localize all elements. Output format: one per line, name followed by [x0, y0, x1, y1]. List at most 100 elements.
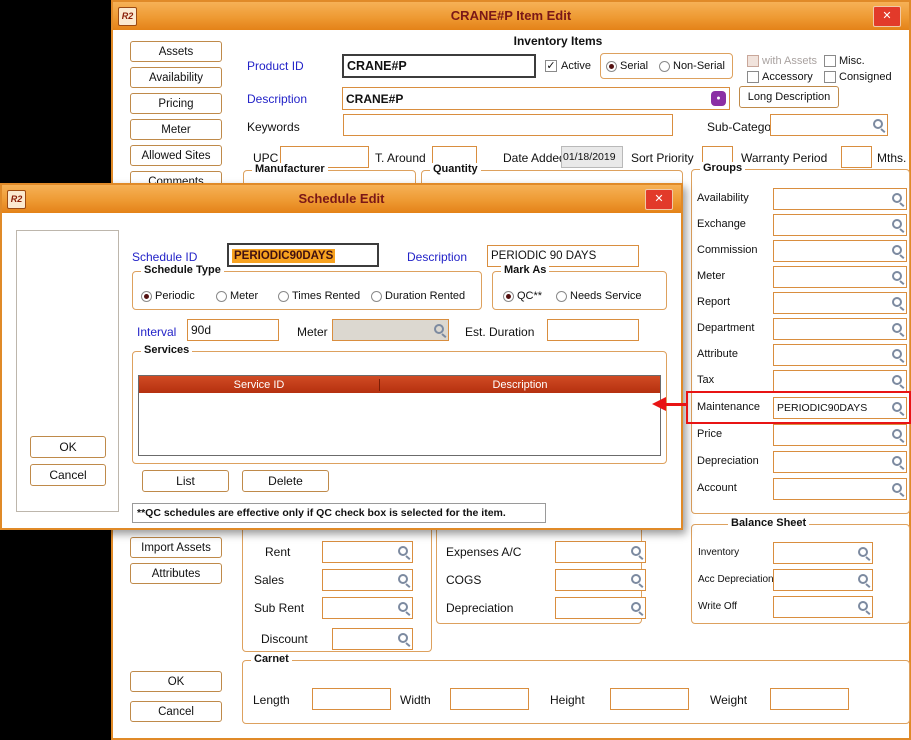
non-serial-radio[interactable] [659, 61, 670, 72]
sub-category-field[interactable] [770, 114, 888, 136]
inventory-field[interactable] [773, 542, 873, 564]
needs-service-radio[interactable] [556, 291, 567, 302]
cogs-field[interactable] [555, 569, 646, 591]
cancel-button[interactable]: Cancel [130, 701, 222, 722]
magnifier-icon[interactable] [630, 573, 644, 587]
close-icon[interactable]: ✕ [873, 6, 901, 27]
periodic-radio[interactable] [141, 291, 152, 302]
group-field-price[interactable] [773, 424, 907, 446]
magnifier-icon[interactable] [891, 218, 905, 232]
group-field-account[interactable] [773, 478, 907, 500]
long-description-button[interactable]: Long Description [739, 86, 839, 108]
dialog-cancel-button[interactable]: Cancel [30, 464, 106, 486]
expenses-ac-field[interactable] [555, 541, 646, 563]
non-serial-label[interactable]: Non-Serial [673, 60, 725, 72]
description-input[interactable] [342, 87, 730, 110]
group-field-availability[interactable] [773, 188, 907, 210]
times-rented-radio[interactable] [278, 291, 289, 302]
description-badge-icon[interactable]: ● [711, 91, 726, 106]
group-field-depreciation[interactable] [773, 451, 907, 473]
interval-input[interactable] [187, 319, 279, 341]
group-field-department[interactable] [773, 318, 907, 340]
group-field-attribute[interactable] [773, 344, 907, 366]
magnifier-icon[interactable] [857, 573, 871, 587]
group-field-commission[interactable] [773, 240, 907, 262]
active-checkbox[interactable]: ✓ [545, 60, 557, 72]
magnifier-icon[interactable] [891, 428, 905, 442]
meter-option-label[interactable]: Meter [230, 290, 258, 302]
height-input[interactable] [610, 688, 689, 710]
dialog-ok-button[interactable]: OK [30, 436, 106, 458]
meter-button[interactable]: Meter [130, 119, 222, 140]
length-input[interactable] [312, 688, 391, 710]
assets-button[interactable]: Assets [130, 41, 222, 62]
periodic-label[interactable]: Periodic [155, 290, 195, 302]
magnifier-icon[interactable] [891, 322, 905, 336]
group-field-meter[interactable] [773, 266, 907, 288]
duration-rented-label[interactable]: Duration Rented [385, 290, 465, 302]
meter-radio[interactable] [216, 291, 227, 302]
magnifier-icon[interactable] [891, 348, 905, 362]
services-table-body[interactable] [139, 393, 660, 455]
magnifier-icon[interactable] [891, 192, 905, 206]
accessory-checkbox[interactable] [747, 71, 759, 83]
magnifier-icon[interactable] [891, 401, 905, 415]
keywords-input[interactable] [343, 114, 673, 136]
magnifier-icon[interactable] [397, 601, 411, 615]
magnifier-icon[interactable] [630, 601, 644, 615]
misc-label[interactable]: Misc. [839, 55, 865, 67]
depreciation-ac-field[interactable] [555, 597, 646, 619]
schedule-id-input[interactable]: PERIODIC90DAYS [227, 243, 379, 267]
magnifier-icon[interactable] [872, 118, 886, 132]
sub-rent-field[interactable] [322, 597, 413, 619]
magnifier-icon[interactable] [891, 455, 905, 469]
needs-service-label[interactable]: Needs Service [570, 290, 642, 302]
misc-checkbox[interactable] [824, 55, 836, 67]
serial-label[interactable]: Serial [620, 60, 648, 72]
warranty-period-input[interactable] [841, 146, 872, 168]
close-icon[interactable]: ✕ [645, 189, 673, 210]
duration-rented-radio[interactable] [371, 291, 382, 302]
product-id-input[interactable] [342, 54, 536, 78]
with-assets-checkbox[interactable] [747, 55, 759, 67]
availability-button[interactable]: Availability [130, 67, 222, 88]
magnifier-icon[interactable] [857, 546, 871, 560]
magnifier-icon[interactable] [397, 545, 411, 559]
magnifier-icon[interactable] [397, 573, 411, 587]
write-off-field[interactable] [773, 596, 873, 618]
accessory-label[interactable]: Accessory [762, 71, 813, 83]
pricing-button[interactable]: Pricing [130, 93, 222, 114]
magnifier-icon[interactable] [891, 244, 905, 258]
est-duration-input[interactable] [547, 319, 639, 341]
consigned-checkbox[interactable] [824, 71, 836, 83]
import-assets-button[interactable]: Import Assets [130, 537, 222, 558]
magnifier-icon[interactable] [433, 323, 447, 337]
group-field-exchange[interactable] [773, 214, 907, 236]
allowed-sites-button[interactable]: Allowed Sites [130, 145, 222, 166]
acc-depreciation-field[interactable] [773, 569, 873, 591]
magnifier-icon[interactable] [630, 545, 644, 559]
active-label[interactable]: Active [561, 60, 591, 72]
rent-field[interactable] [322, 541, 413, 563]
magnifier-icon[interactable] [891, 482, 905, 496]
width-input[interactable] [450, 688, 529, 710]
consigned-label[interactable]: Consigned [839, 71, 892, 83]
qc-label[interactable]: QC** [517, 290, 542, 302]
qc-radio[interactable] [503, 291, 514, 302]
magnifier-icon[interactable] [891, 296, 905, 310]
group-field-maintenance[interactable]: PERIODIC90DAYS [773, 397, 907, 419]
magnifier-icon[interactable] [857, 600, 871, 614]
discount-field[interactable] [332, 628, 413, 650]
ok-button[interactable]: OK [130, 671, 222, 692]
delete-button[interactable]: Delete [242, 470, 329, 492]
attributes-button[interactable]: Attributes [130, 563, 222, 584]
serial-radio[interactable] [606, 61, 617, 72]
times-rented-label[interactable]: Times Rented [292, 290, 360, 302]
weight-input[interactable] [770, 688, 849, 710]
magnifier-icon[interactable] [397, 632, 411, 646]
list-button[interactable]: List [142, 470, 229, 492]
magnifier-icon[interactable] [891, 374, 905, 388]
group-field-tax[interactable] [773, 370, 907, 392]
sales-field[interactable] [322, 569, 413, 591]
magnifier-icon[interactable] [891, 270, 905, 284]
